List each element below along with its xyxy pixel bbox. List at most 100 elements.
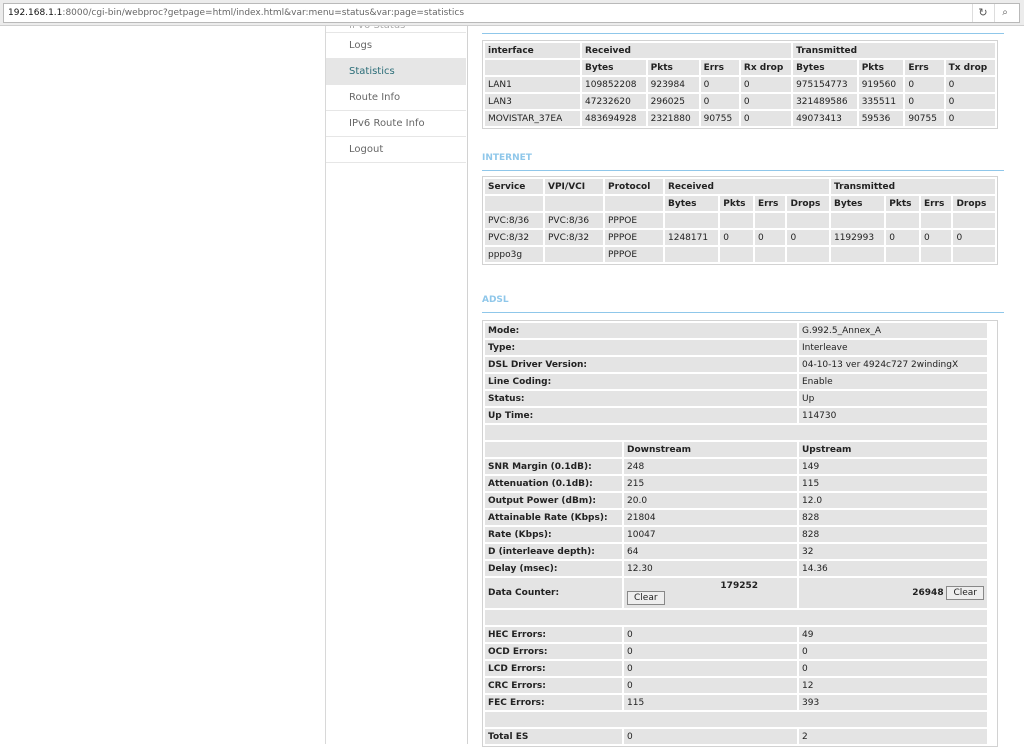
lan-header-interface: interface: [485, 43, 580, 58]
adsl-label: DSL Driver Version:: [485, 357, 797, 372]
internet-header-blank: [545, 196, 603, 211]
internet-subheader: Drops: [953, 196, 995, 211]
table-row: LAN1 109852208 923984 0 0 975154773 919560 0 0: [485, 77, 995, 92]
internet-cell: 0: [787, 230, 829, 245]
lan-cell: 0: [905, 94, 944, 109]
data-counter-up-value: 26948: [912, 588, 944, 598]
adsl-info-row: Mode: G.992.5_Annex_A: [485, 323, 987, 338]
internet-subheader: Errs: [754, 196, 786, 211]
adsl-label: Rate (Kbps):: [485, 527, 622, 542]
internet-cell: PVC:8/36: [545, 213, 603, 228]
adsl-label: Line Coding:: [485, 374, 797, 389]
lan-cell: 90755: [700, 111, 739, 126]
adsl-up-value: 828: [799, 527, 987, 542]
internet-cell: PPPOE: [605, 247, 663, 262]
adsl-title: ADSL: [482, 295, 509, 305]
sidebar-item-ipv6-route-info[interactable]: IPv6 Route Info: [326, 111, 466, 137]
internet-cell: [720, 247, 753, 262]
internet-title: INTERNET: [482, 153, 532, 163]
internet-cell: [830, 247, 885, 262]
internet-cell: 0: [754, 230, 786, 245]
lan-subheader: Errs: [905, 60, 944, 75]
lan-cell: 0: [945, 77, 995, 92]
adsl-up-value: 2: [799, 729, 987, 744]
clear-up-button[interactable]: Clear: [946, 586, 984, 600]
content-border: [467, 26, 468, 744]
search-icon[interactable]: ⌕: [994, 4, 1015, 22]
internet-cell: [545, 247, 603, 262]
lan-cell: 2321880: [647, 111, 699, 126]
internet-header-service: Service: [485, 179, 543, 194]
adsl-info-value: Interleave: [799, 340, 987, 355]
adsl-up-value: 828: [799, 510, 987, 525]
adsl-total-row: Total ES 0 2: [485, 729, 987, 744]
adsl-label: Output Power (dBm):: [485, 493, 622, 508]
lan-header-blank: [485, 60, 580, 75]
adsl-label: SNR Margin (0.1dB):: [485, 459, 622, 474]
internet-cell: 0: [886, 230, 919, 245]
lan-cell: 296025: [647, 94, 699, 109]
adsl-label: [485, 442, 622, 457]
lan-table-frame: interface Received Transmitted Bytes Pkts…: [482, 40, 998, 129]
internet-cell: [787, 247, 829, 262]
adsl-metric-row: Rate (Kbps): 10047 828: [485, 527, 987, 542]
adsl-down-value: Downstream: [624, 442, 797, 457]
internet-cell: 0: [720, 230, 753, 245]
sidebar-item-ipv6-status[interactable]: IPv6 Status: [326, 26, 466, 33]
lan-cell: 0: [740, 77, 792, 92]
adsl-metric-row: Attenuation (0.1dB): 215 115: [485, 476, 987, 491]
adsl-error-row: CRC Errors: 0 12: [485, 678, 987, 693]
internet-cell: 0: [920, 230, 952, 245]
lan-separator: [482, 33, 1004, 34]
adsl-down-value: 64: [624, 544, 797, 559]
lan-cell: 0: [945, 111, 995, 126]
adsl-up-value: 0: [799, 661, 987, 676]
internet-cell: [953, 247, 995, 262]
adsl-down-value: 0: [624, 627, 797, 642]
url-text: 192.168.1.1:8000/cgi-bin/webproc?getpage…: [8, 8, 465, 18]
internet-subheader: Pkts: [720, 196, 753, 211]
clear-down-button[interactable]: Clear: [627, 591, 665, 605]
lan-subheader: Rx drop: [740, 60, 792, 75]
adsl-down-value: 0: [624, 644, 797, 659]
adsl-metric-row: Delay (msec): 12.30 14.36: [485, 561, 987, 576]
refresh-icon[interactable]: ↻: [972, 4, 993, 22]
table-row: PVC:8/32 PVC:8/32 PPPOE 1248171 0 0 0 1192993 0 0…: [485, 230, 995, 245]
lan-cell: 919560: [858, 77, 904, 92]
internet-header-blank: [605, 196, 663, 211]
adsl-metric-row: SNR Margin (0.1dB): 248 149: [485, 459, 987, 474]
lan-subheader: Bytes: [582, 60, 646, 75]
adsl-down-value: 115: [624, 695, 797, 710]
adsl-label: Up Time:: [485, 408, 797, 423]
internet-cell: PVC:8/36: [485, 213, 543, 228]
address-bar: 192.168.1.1:8000/cgi-bin/webproc?getpage…: [0, 0, 1024, 26]
internet-subheader: Errs: [920, 196, 952, 211]
internet-header-transmitted: Transmitted: [830, 179, 995, 194]
adsl-down-value: 21804: [624, 510, 797, 525]
lan-cell: 59536: [858, 111, 904, 126]
adsl-label: CRC Errors:: [485, 678, 622, 693]
url-field[interactable]: 192.168.1.1:8000/cgi-bin/webproc?getpage…: [3, 3, 1020, 23]
lan-cell: 0: [905, 77, 944, 92]
sidebar-item-logout[interactable]: Logout: [326, 137, 466, 163]
adsl-error-row: FEC Errors: 115 393: [485, 695, 987, 710]
adsl-label: D (interleave depth):: [485, 544, 622, 559]
internet-cell: [920, 213, 952, 228]
internet-cell: [754, 247, 786, 262]
internet-cell: [953, 213, 995, 228]
adsl-info-value: 114730: [799, 408, 987, 423]
internet-table-frame: Service VPI/VCI Protocol Received Transm…: [482, 176, 998, 265]
internet-table: Service VPI/VCI Protocol Received Transm…: [483, 177, 997, 264]
adsl-info-row: Status: Up: [485, 391, 987, 406]
lan-subheader: Pkts: [647, 60, 699, 75]
lan-header-received: Received: [582, 43, 792, 58]
adsl-label: HEC Errors:: [485, 627, 622, 642]
adsl-info-row: Up Time: 114730: [485, 408, 987, 423]
lan-cell: 0: [740, 111, 792, 126]
adsl-label: Attenuation (0.1dB):: [485, 476, 622, 491]
adsl-info-value: 04-10-13 ver 4924c727 2windingX: [799, 357, 987, 372]
sidebar-item-route-info[interactable]: Route Info: [326, 85, 466, 111]
adsl-up-value: 12.0: [799, 493, 987, 508]
sidebar-item-logs[interactable]: Logs: [326, 33, 466, 59]
sidebar-item-statistics[interactable]: Statistics: [326, 59, 466, 85]
